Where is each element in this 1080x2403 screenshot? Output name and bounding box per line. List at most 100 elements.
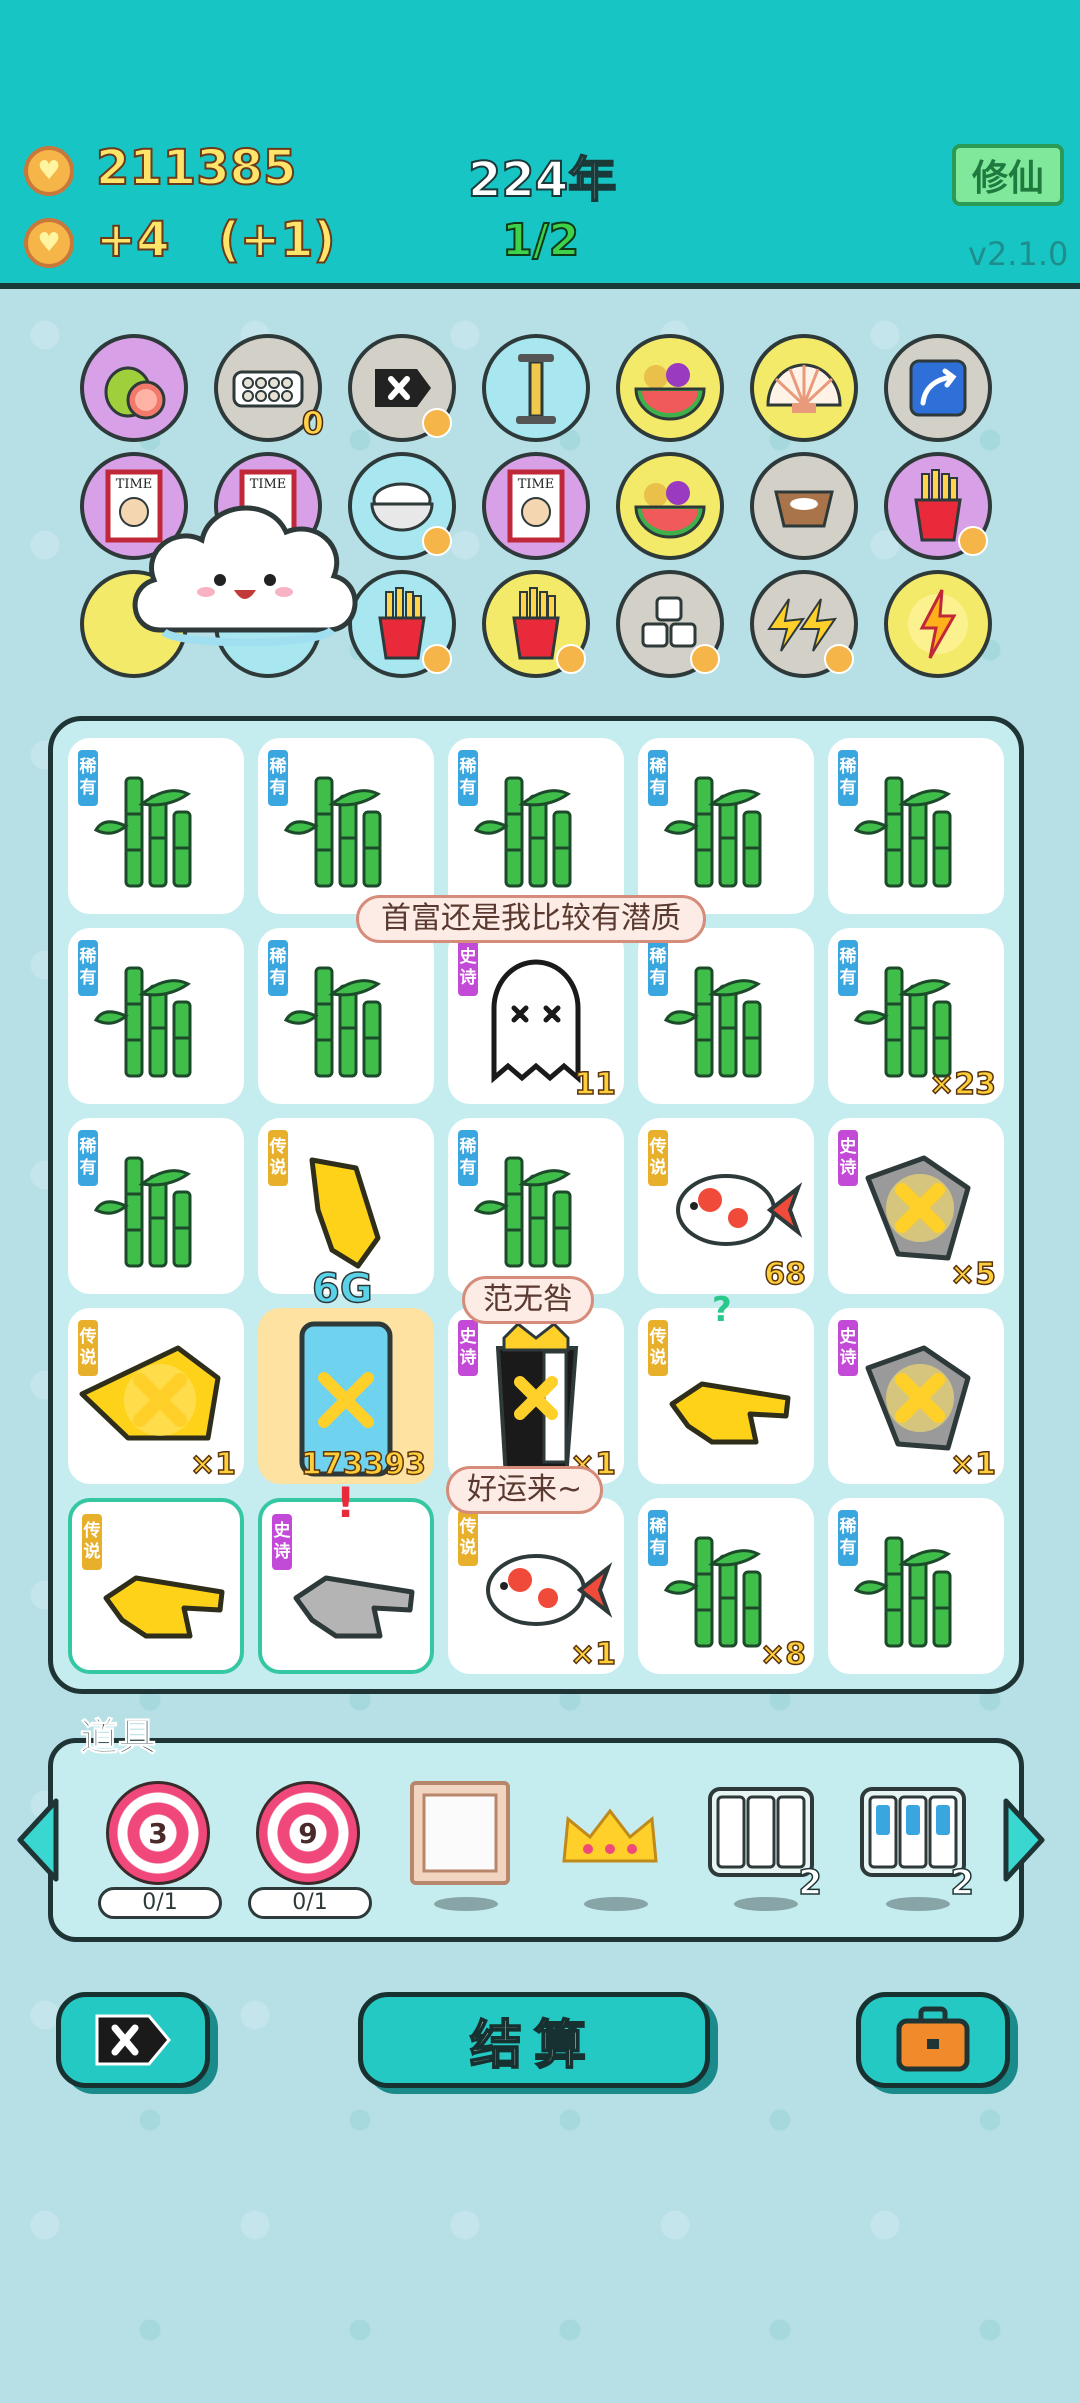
- scroll-left-arrow-icon[interactable]: [14, 1795, 62, 1885]
- rarity-tag: 稀有: [646, 748, 670, 808]
- board-cell[interactable]: 稀有: [448, 738, 624, 914]
- coin-icon: ♥: [24, 218, 74, 268]
- arrow-card-icon[interactable]: [884, 334, 992, 442]
- triple-card-item[interactable]: 2: [696, 1775, 826, 1925]
- settle-button[interactable]: 结算: [358, 1992, 710, 2088]
- shell-icon[interactable]: [750, 334, 858, 442]
- cell-count: ×5: [949, 1256, 997, 1293]
- egg-carton-icon[interactable]: 0: [214, 334, 325, 443]
- board-cell[interactable]: 史诗 ×1: [448, 1308, 624, 1484]
- board-cell[interactable]: 传说 ×1: [68, 1308, 244, 1484]
- speech-bubble: 范无咎: [462, 1276, 594, 1324]
- pump-icon[interactable]: [482, 334, 590, 442]
- settle-label: 结算: [469, 2015, 598, 2077]
- cell-count: ×23: [928, 1066, 996, 1103]
- rarity-tag: 稀有: [836, 938, 860, 998]
- fruit-salad-icon[interactable]: [616, 334, 724, 442]
- fruit-salad-icon[interactable]: [616, 452, 724, 560]
- pomelo-icon[interactable]: [80, 334, 188, 442]
- income-per-turn: +4: [95, 211, 171, 269]
- board-cell[interactable]: 稀有: [68, 738, 244, 914]
- symbol-count: 0: [301, 403, 325, 443]
- rarity-tag: 稀有: [266, 748, 290, 808]
- board-cell[interactable]: 稀有: [258, 928, 434, 1104]
- rare-triple-card-item[interactable]: 2: [848, 1775, 978, 1925]
- rarity-tag: 稀有: [836, 748, 860, 808]
- cell-count: ×1: [189, 1446, 237, 1483]
- lightning-fish-icon[interactable]: [750, 570, 858, 678]
- board-cell[interactable]: 稀有: [828, 738, 1004, 914]
- fries-icon[interactable]: [482, 570, 590, 678]
- board-cell[interactable]: 稀有: [638, 738, 814, 914]
- speech-bubble: 首富还是我比较有潜质: [356, 895, 706, 943]
- board-cell[interactable]: 稀有 ×23: [828, 928, 1004, 1104]
- board-cell[interactable]: 史诗 11: [448, 928, 624, 1104]
- crown-item[interactable]: [546, 1775, 676, 1925]
- rarity-tag: 稀有: [76, 938, 100, 998]
- svg-text:TIME: TIME: [518, 477, 555, 492]
- frame-item[interactable]: [396, 1775, 526, 1925]
- board-cell[interactable]: 史诗 ×1: [828, 1308, 1004, 1484]
- board-cell[interactable]: 稀有: [828, 1498, 1004, 1674]
- rarity-tag: 传说: [456, 1508, 480, 1568]
- remove-button[interactable]: [56, 1992, 210, 2088]
- target-icon: 3: [106, 1781, 210, 1885]
- board-cell[interactable]: 稀有: [68, 928, 244, 1104]
- usage-pill: 0/1: [248, 1887, 372, 1919]
- cloud-mascot-icon: [132, 505, 358, 647]
- board-cell[interactable]: 稀有: [448, 1118, 624, 1294]
- rarity-tag: 稀有: [76, 1128, 100, 1188]
- board-cell[interactable]: 稀有: [258, 738, 434, 914]
- coin-badge-icon: [422, 408, 452, 438]
- rarity-tag: 稀有: [646, 938, 670, 998]
- rarity-tag: 稀有: [456, 748, 480, 808]
- top-bar: ♥ 211385 ♥ +4 (+1) 224年 1/2 修仙 v2.1.0: [0, 0, 1080, 289]
- board-cell[interactable]: 史诗 ×5: [828, 1118, 1004, 1294]
- rarity-tag: 史诗: [456, 1318, 480, 1378]
- target-item[interactable]: 9 0/1: [248, 1775, 378, 1925]
- lightning-icon[interactable]: [884, 570, 992, 678]
- inventory-button[interactable]: [856, 1992, 1010, 2088]
- target-item[interactable]: 3 0/1: [98, 1775, 228, 1925]
- fries-icon[interactable]: [884, 452, 992, 560]
- usage-pill: 0/1: [98, 1887, 222, 1919]
- board-cell[interactable]: 稀有: [638, 928, 814, 1104]
- time-magazine-icon[interactable]: TIME: [482, 452, 590, 560]
- coin-total: 211385: [95, 139, 297, 197]
- board-cell[interactable]: 传说 68: [638, 1118, 814, 1294]
- board-cell[interactable]: 传说: [638, 1308, 814, 1484]
- round-counter: 1/2: [501, 214, 580, 267]
- rarity-tag: 传说: [76, 1318, 100, 1378]
- coin-badge-icon: [422, 644, 452, 674]
- scroll-right-arrow-icon[interactable]: [1000, 1795, 1048, 1885]
- rarity-tag: 稀有: [266, 938, 290, 998]
- version-label: v2.1.0: [968, 235, 1069, 273]
- pet-bowl-icon[interactable]: [750, 452, 858, 560]
- sugar-cubes-icon[interactable]: [616, 570, 724, 678]
- board-cell[interactable]: 稀有: [68, 1118, 244, 1294]
- phone-network-label: 6G: [311, 1265, 373, 1313]
- income-bonus: (+1): [217, 211, 336, 269]
- rarity-tag: 传说: [80, 1512, 104, 1572]
- cultivate-button[interactable]: 修仙: [952, 144, 1064, 206]
- cell-count: 68: [764, 1256, 807, 1293]
- delete-tag-icon[interactable]: [348, 334, 456, 442]
- target-icon: 9: [256, 1781, 360, 1885]
- coin-badge-icon: [690, 644, 720, 674]
- item-shadow: [584, 1897, 648, 1911]
- rarity-tag: 史诗: [456, 938, 480, 998]
- frame-icon: [410, 1781, 510, 1885]
- board-cell[interactable]: 稀有 ×8: [638, 1498, 814, 1674]
- rarity-tag: 史诗: [836, 1318, 860, 1378]
- board-cell[interactable]: 传说: [68, 1498, 244, 1674]
- rarity-tag: 稀有: [646, 1508, 670, 1568]
- rarity-tag: 稀有: [456, 1128, 480, 1188]
- question-mark: ?: [712, 1290, 732, 1330]
- target-value: 3: [148, 1816, 168, 1850]
- cell-count: ×8: [759, 1636, 807, 1673]
- board-cell[interactable]: 传说 ×1: [448, 1498, 624, 1674]
- item-shadow: [886, 1897, 950, 1911]
- item-count: 2: [950, 1862, 975, 1904]
- items-title: 道具: [79, 1715, 157, 1760]
- board-cell[interactable]: 173393: [258, 1308, 434, 1484]
